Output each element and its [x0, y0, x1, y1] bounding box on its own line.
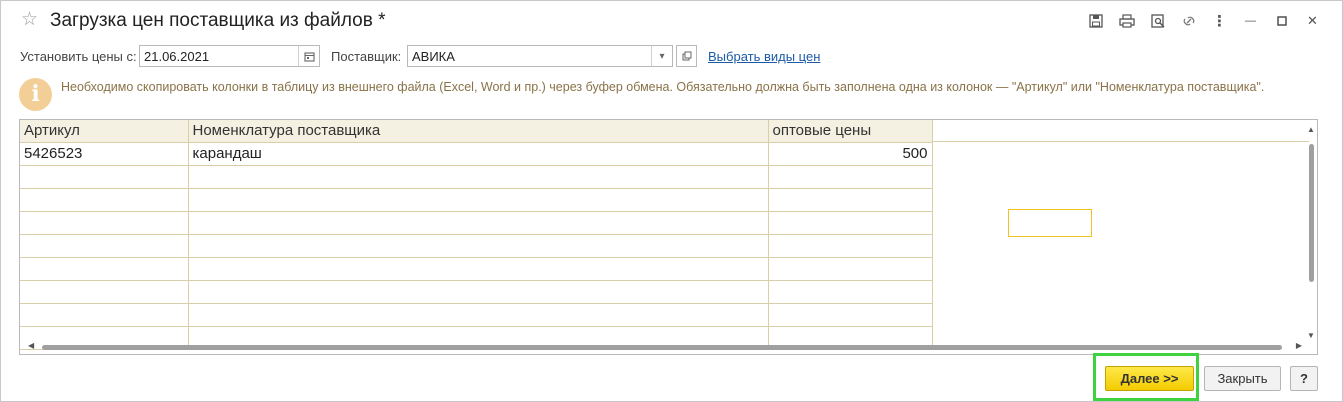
cell-price[interactable] [768, 188, 933, 212]
table-header: Артикул Номенклатура поставщика оптовые … [20, 120, 933, 143]
column-header-article[interactable]: Артикул [20, 120, 189, 143]
print-icon[interactable] [1111, 11, 1142, 31]
scroll-down-icon[interactable]: ▼ [1307, 331, 1315, 340]
cell-nomenclature[interactable] [188, 234, 769, 258]
favorite-star-icon[interactable]: ☆ [21, 10, 38, 30]
scroll-up-icon[interactable]: ▲ [1307, 125, 1315, 134]
title-bar: ☆ Загрузка цен поставщика из файлов * ⋮ … [1, 1, 1342, 39]
scroll-right-icon[interactable]: ▶ [1296, 341, 1302, 350]
cell-price[interactable] [768, 211, 933, 235]
table-row[interactable] [20, 234, 933, 258]
vertical-scrollbar[interactable]: ▲ ▼ [1306, 120, 1317, 342]
cell-article[interactable] [20, 303, 189, 327]
supplier-field[interactable]: АВИКА ▾ [407, 45, 673, 67]
price-types-link[interactable]: Выбрать виды цен [708, 49, 820, 64]
dialog-window: ☆ Загрузка цен поставщика из файлов * ⋮ … [0, 0, 1343, 402]
params-row: Установить цены с: 21.06.2021 Поставщик:… [20, 45, 1330, 68]
column-header-price[interactable]: оптовые цены [768, 120, 933, 143]
cell-nomenclature[interactable] [188, 165, 769, 189]
cell-price[interactable]: 500 [768, 142, 933, 166]
info-message: Необходимо скопировать колонки в таблицу… [61, 80, 1265, 94]
table-row[interactable] [20, 303, 933, 327]
cell-article[interactable] [20, 211, 189, 235]
cell-price[interactable] [768, 257, 933, 281]
open-supplier-icon[interactable] [676, 45, 697, 67]
cell-article[interactable] [20, 257, 189, 281]
close-button[interactable]: Закрыть [1204, 366, 1281, 391]
selected-cell-highlight [1008, 209, 1092, 237]
help-button[interactable]: ? [1290, 366, 1318, 391]
column-header-nomenclature[interactable]: Номенклатура поставщика [188, 120, 769, 143]
table-row[interactable] [20, 188, 933, 212]
chevron-down-icon[interactable]: ▾ [651, 46, 672, 66]
minimize-icon[interactable]: — [1235, 11, 1266, 31]
maximize-icon[interactable] [1266, 11, 1297, 31]
cell-nomenclature[interactable] [188, 303, 769, 327]
info-icon: i [19, 78, 52, 111]
cell-price[interactable] [768, 234, 933, 258]
prices-table[interactable]: Артикул Номенклатура поставщика оптовые … [19, 119, 1318, 355]
window-title: Загрузка цен поставщика из файлов * [50, 10, 386, 31]
empty-header-area [932, 120, 1309, 142]
table-row[interactable] [20, 165, 933, 189]
calendar-icon[interactable] [298, 46, 319, 66]
date-label: Установить цены с: [20, 49, 137, 64]
cell-nomenclature[interactable] [188, 280, 769, 304]
horizontal-scroll-thumb[interactable] [42, 345, 1282, 350]
link-icon[interactable] [1173, 11, 1204, 31]
cell-article[interactable] [20, 188, 189, 212]
more-icon[interactable]: ⋮ [1204, 11, 1235, 31]
cell-nomenclature[interactable] [188, 257, 769, 281]
supplier-value: АВИКА [412, 49, 455, 64]
table-row[interactable]: 5426523 карандаш 500 [20, 142, 933, 166]
cell-nomenclature[interactable]: карандаш [188, 142, 769, 166]
vertical-scroll-thumb[interactable] [1309, 144, 1314, 282]
cell-nomenclature[interactable] [188, 211, 769, 235]
cell-article[interactable] [20, 280, 189, 304]
cell-nomenclature[interactable] [188, 188, 769, 212]
horizontal-scrollbar[interactable]: ◀ ▶ [20, 340, 1317, 354]
table-row[interactable] [20, 280, 933, 304]
table-row[interactable] [20, 257, 933, 281]
date-field[interactable]: 21.06.2021 [139, 45, 320, 67]
scroll-left-icon[interactable]: ◀ [28, 341, 34, 350]
save-icon[interactable] [1080, 11, 1111, 31]
date-value: 21.06.2021 [144, 49, 210, 64]
next-button[interactable]: Далее >> [1105, 366, 1194, 391]
cell-article[interactable] [20, 234, 189, 258]
close-icon[interactable]: ✕ [1297, 11, 1328, 31]
table-row[interactable] [20, 211, 933, 235]
title-toolbar: ⋮ — ✕ [1080, 11, 1328, 31]
supplier-label: Поставщик: [331, 49, 402, 64]
cell-price[interactable] [768, 303, 933, 327]
cell-price[interactable] [768, 165, 933, 189]
preview-icon[interactable] [1142, 11, 1173, 31]
prices-grid: Артикул Номенклатура поставщика оптовые … [20, 120, 933, 350]
cell-article[interactable] [20, 165, 189, 189]
cell-price[interactable] [768, 280, 933, 304]
cell-article[interactable]: 5426523 [20, 142, 189, 166]
